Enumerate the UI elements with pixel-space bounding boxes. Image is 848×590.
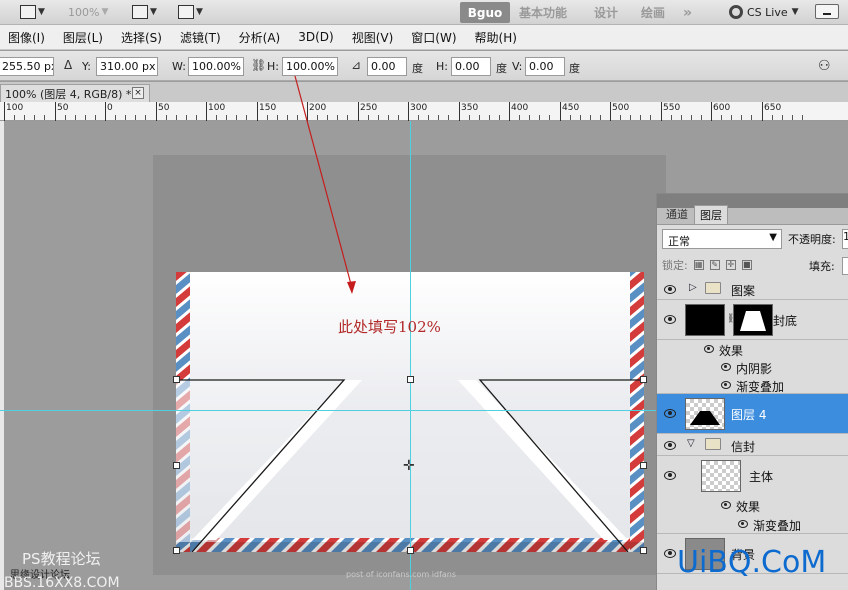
layer-name: 信封 [731, 440, 756, 454]
lock-image-icon[interactable]: ✎ [709, 260, 720, 270]
layer-thumbnail [701, 460, 741, 492]
effect-inner-shadow[interactable]: 内阴影 [657, 358, 848, 376]
visibility-eye-icon[interactable] [719, 362, 735, 372]
visibility-eye-icon[interactable] [736, 519, 752, 529]
panel-tab-strip: 通道 图层 [657, 205, 848, 225]
layer-4[interactable]: 图层 4 [657, 394, 848, 434]
folder-icon [705, 282, 721, 294]
visibility-eye-icon[interactable] [662, 470, 678, 480]
visibility-eye-icon[interactable] [662, 548, 678, 558]
layer-zhuti[interactable]: 主体 [657, 456, 848, 496]
visibility-eye-icon[interactable] [662, 408, 678, 418]
visibility-eye-icon[interactable] [719, 380, 735, 390]
effects-label: 效果 [736, 500, 761, 514]
opacity-field[interactable]: 1 [842, 229, 848, 249]
layer-name: 图层 4 [731, 408, 767, 422]
layer-effects-row[interactable]: 效果 [657, 496, 848, 514]
layers-panel: 通道 图层 正常 ▼ 不透明度: 1 锁定: ▦ ✎ ✛ ■ 填充: ▷ 图案 … [656, 193, 848, 590]
chevron-down-icon: ▼ [769, 232, 777, 243]
lock-transparency-icon[interactable]: ▦ [693, 260, 704, 270]
effect-name: 内阴影 [736, 362, 773, 376]
uibq-watermark: UiBQ.CoM [677, 545, 827, 580]
effect-gradient-overlay[interactable]: 渐变叠加 [657, 514, 848, 534]
layer-mask-thumbnail[interactable] [733, 304, 773, 336]
visibility-eye-icon[interactable] [702, 344, 718, 354]
mask-shape-icon [740, 311, 766, 331]
source-watermark: post of iconfans.com idfans [346, 570, 457, 579]
layer-fengdi[interactable]: ⛓ 封底 [657, 300, 848, 340]
layer-group-xinfeng[interactable]: ▽ 信封 [657, 434, 848, 456]
layer-name: 主体 [749, 470, 774, 484]
collapse-arrow-icon[interactable]: ▽ [687, 438, 695, 449]
lock-label: 锁定: [662, 259, 688, 272]
visibility-eye-icon[interactable] [662, 314, 678, 324]
visibility-eye-icon[interactable] [662, 284, 678, 294]
fill-field[interactable] [842, 257, 848, 275]
effect-gradient-overlay[interactable]: 渐变叠加 [657, 376, 848, 394]
lock-position-icon[interactable]: ✛ [725, 260, 736, 270]
layer-name: 封底 [773, 314, 798, 328]
expand-arrow-icon[interactable]: ▷ [689, 282, 697, 293]
visibility-eye-icon[interactable] [662, 440, 678, 450]
tab-layers[interactable]: 图层 [694, 205, 728, 224]
flap-shape-icon [690, 411, 720, 425]
layer-thumbnail [685, 304, 725, 336]
fill-label: 填充: [809, 260, 835, 273]
bbs-watermark: BBS.16XX8.COM [4, 575, 120, 590]
lock-all-icon[interactable]: ■ [741, 260, 752, 270]
effects-label: 效果 [719, 344, 744, 358]
folder-icon [705, 438, 721, 450]
blend-mode-select[interactable]: 正常 ▼ [662, 229, 782, 249]
effect-name: 渐变叠加 [736, 380, 785, 394]
blend-mode-value: 正常 [668, 235, 690, 248]
visibility-eye-icon[interactable] [719, 500, 735, 510]
layer-name: 图案 [731, 284, 756, 298]
layer-group-pattern[interactable]: ▷ 图案 [657, 278, 848, 300]
layer-effects-row[interactable]: 效果 [657, 340, 848, 358]
layer-thumbnail [685, 398, 725, 430]
effect-name: 渐变叠加 [753, 519, 802, 533]
tab-channels[interactable]: 通道 [660, 204, 694, 224]
opacity-label: 不透明度: [788, 233, 836, 246]
